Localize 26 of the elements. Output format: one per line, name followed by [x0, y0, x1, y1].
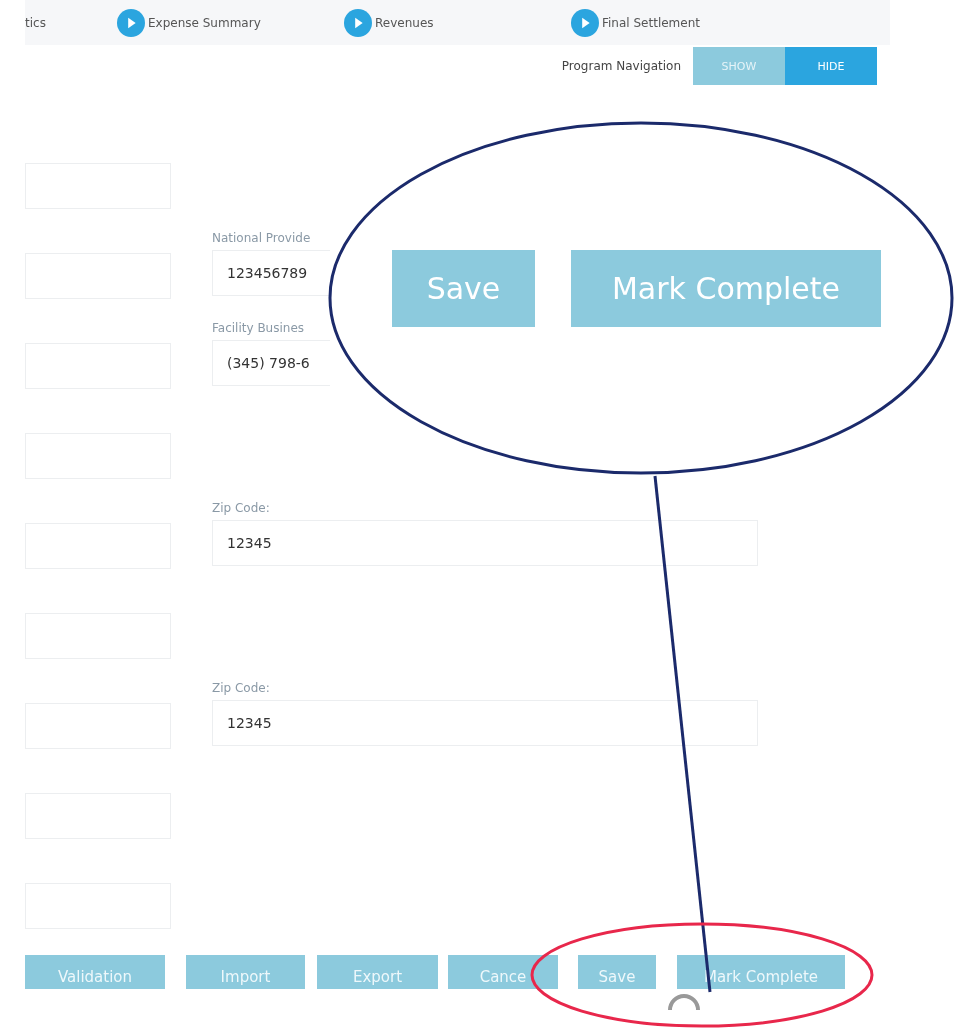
action-button[interactable]: Import: [186, 955, 305, 989]
step-link[interactable]: tics: [25, 15, 46, 30]
play-icon[interactable]: [344, 8, 372, 37]
action-button[interactable]: Validation: [25, 955, 165, 989]
callout-button[interactable]: Mark Complete: [571, 250, 881, 327]
toggle-button[interactable]: SHOW: [693, 47, 785, 85]
play-icon[interactable]: [117, 8, 145, 37]
callout-button[interactable]: Save: [392, 250, 535, 327]
toggle-button[interactable]: HIDE: [785, 47, 877, 85]
action-button[interactable]: Cance: [448, 955, 558, 989]
action-button[interactable]: Export: [317, 955, 438, 989]
step-link[interactable]: Final Settlement: [602, 15, 700, 30]
play-icon[interactable]: [571, 8, 599, 37]
program-navigation-label: Program Navigation: [561, 59, 681, 73]
input-field[interactable]: (345) 798-6: [212, 340, 330, 386]
action-button[interactable]: Save: [578, 955, 656, 989]
spinner-icon: [668, 994, 700, 1011]
field-label: Facility Busines: [212, 321, 306, 337]
field-label: Zip Code:: [212, 681, 271, 697]
field-label: Zip Code:: [212, 501, 271, 517]
step-link[interactable]: Revenues: [375, 15, 434, 30]
input-field[interactable]: 123456789: [212, 250, 330, 296]
input-field[interactable]: 12345: [212, 700, 758, 746]
step-link[interactable]: Expense Summary: [148, 15, 261, 30]
input-field[interactable]: 12345: [212, 520, 758, 566]
field-label: National Provide: [212, 231, 312, 247]
